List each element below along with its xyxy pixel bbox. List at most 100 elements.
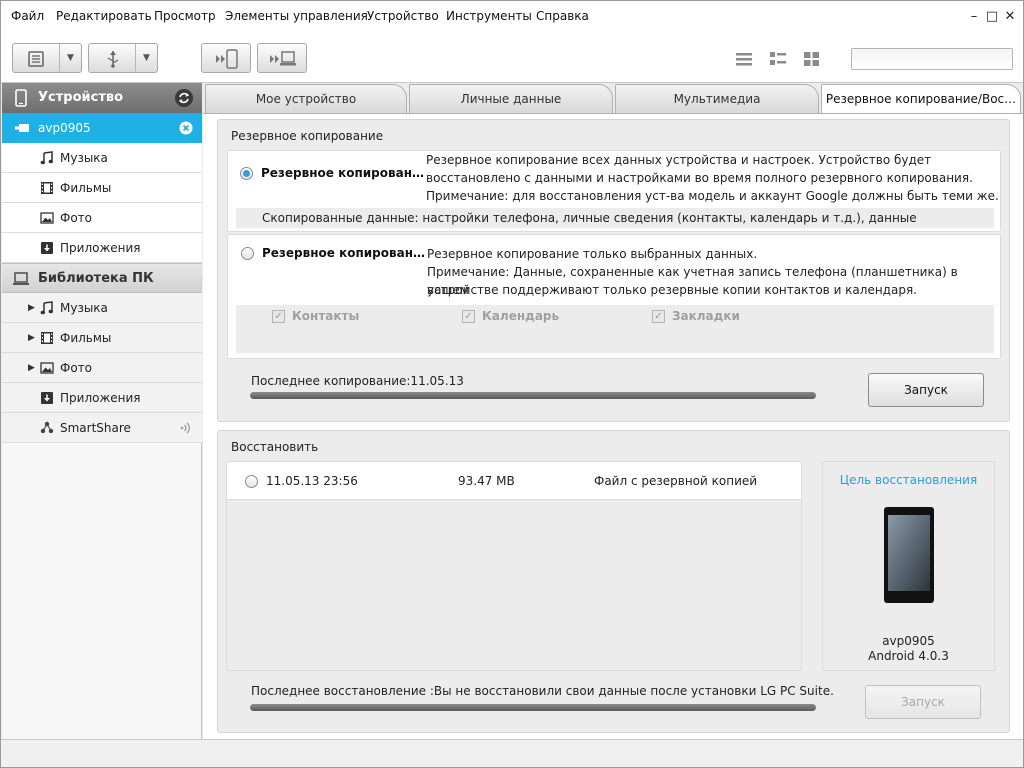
bookmarks-checkbox-label: Закладки — [672, 309, 740, 323]
sidebar-header-pc-library[interactable]: Библиотека ПК — [2, 263, 202, 293]
restore-target-card: Цель восстановления avp0905 Android 4.0.… — [822, 461, 995, 671]
backup-panel: Резервное копирование Резервное копирова… — [217, 119, 1010, 422]
tab-backup-restore[interactable]: Резервное копирование/Вос… — [821, 84, 1021, 115]
music-icon — [40, 301, 53, 315]
phone-icon — [15, 89, 27, 107]
phone-device-icon — [884, 507, 934, 603]
sidebar-item-smartshare[interactable]: SmartShare — [2, 413, 202, 443]
usb-connection-icon — [15, 124, 29, 132]
full-backup-note: Примечание: для восстановления уст-ва мо… — [426, 189, 999, 203]
photo-icon — [40, 362, 54, 374]
restore-target-os: Android 4.0.3 — [868, 649, 949, 663]
sync-to-device-button[interactable] — [201, 43, 251, 73]
sidebar-item-device[interactable]: avp0905 — [2, 113, 202, 143]
restore-panel: Восстановить 11.05.13 23:56 93.47 MB Фай… — [217, 430, 1010, 733]
restore-target-title: Цель восстановления — [839, 473, 978, 487]
tab-multimedia[interactable]: Мультимедиа — [615, 84, 819, 114]
calendar-checkbox-label: Календарь — [482, 309, 560, 323]
film-icon — [41, 182, 53, 194]
expand-arrow-icon[interactable]: ▶ — [28, 293, 35, 323]
sidebar-item-label: Фото — [60, 211, 93, 225]
tab-personal-data[interactable]: Личные данные — [409, 84, 613, 114]
phone-sync-icon — [216, 49, 238, 69]
selective-options-strip: ✓ Контакты ✓ Календарь ✓ Закладки — [236, 305, 994, 353]
menu-file[interactable]: Файл — [11, 9, 44, 23]
menu-controls[interactable]: Элементы управления — [225, 9, 368, 23]
full-backup-label[interactable]: Резервное копирован… — [261, 166, 424, 180]
sidebar-item-music[interactable]: Музыка — [2, 143, 202, 173]
sidebar-item-photo[interactable]: Фото — [2, 203, 202, 233]
sidebar-item-movies[interactable]: Фильмы — [2, 173, 202, 203]
restore-target-device-name: avp0905 — [882, 634, 935, 648]
expand-arrow-icon[interactable]: ▶ — [28, 353, 35, 383]
menu-help[interactable]: Справка — [536, 9, 589, 23]
sidebar-item-label: SmartShare — [60, 421, 131, 435]
full-backup-radio[interactable] — [240, 167, 253, 180]
sidebar-item-label: Фото — [60, 361, 93, 375]
sidebar-item-pc-apps[interactable]: Приложения — [2, 383, 202, 413]
minimize-button[interactable]: – — [966, 9, 982, 25]
sidebar-item-pc-music[interactable]: ▶ Музыка — [2, 293, 202, 323]
sync-to-pc-button[interactable] — [257, 43, 307, 73]
selective-backup-card: Резервное копирован… Резервное копирован… — [227, 234, 1001, 359]
laptop-sync-icon — [270, 51, 296, 66]
menu-tools[interactable]: Инструменты — [446, 9, 532, 23]
restore-title: Восстановить — [231, 440, 319, 454]
sidebar-item-pc-movies[interactable]: ▶ Фильмы — [2, 323, 202, 353]
photo-icon — [40, 212, 54, 224]
backup-start-button[interactable]: Запуск — [868, 373, 984, 407]
selective-backup-radio[interactable] — [241, 247, 254, 260]
search-input[interactable] — [851, 48, 1013, 70]
sidebar-item-label: Фильмы — [60, 331, 112, 345]
laptop-icon — [13, 272, 29, 285]
close-button[interactable]: ✕ — [1002, 9, 1018, 25]
calendar-checkbox[interactable]: ✓ — [462, 310, 475, 323]
restore-start-button[interactable]: Запуск — [865, 685, 981, 719]
restore-file-row[interactable]: 11.05.13 23:56 93.47 MB Файл с резервной… — [227, 462, 801, 500]
grid-view-icon[interactable] — [803, 51, 821, 67]
tab-my-device[interactable]: Мое устройство — [205, 84, 407, 114]
disconnect-icon[interactable] — [179, 121, 193, 135]
restore-file-radio[interactable] — [245, 475, 258, 488]
restore-file-size: 93.47 MB — [458, 474, 515, 488]
restore-progress-bar — [250, 704, 816, 711]
list-view-icon[interactable] — [735, 51, 753, 67]
music-icon — [40, 151, 53, 165]
backup-title: Резервное копирование — [231, 129, 384, 143]
usb-icon — [107, 51, 119, 68]
restore-file-date: 11.05.13 23:56 — [266, 474, 358, 488]
menu-edit[interactable]: Редактировать — [56, 9, 152, 23]
refresh-icon[interactable] — [174, 88, 194, 108]
device-name-label: avp0905 — [38, 121, 91, 135]
full-backup-copied-data: Скопированные данные: настройки телефона… — [236, 208, 994, 245]
app-download-icon — [41, 242, 53, 254]
contacts-checkbox-label: Контакты — [292, 309, 360, 323]
selective-backup-desc-1: Резервное копирование только выбранных д… — [427, 247, 758, 261]
device-menu-button[interactable]: ▼ — [12, 43, 82, 73]
chevron-down-icon[interactable]: ▼ — [135, 44, 157, 72]
bookmarks-checkbox[interactable]: ✓ — [652, 310, 665, 323]
sidebar-item-label: Музыка — [60, 301, 108, 315]
sidebar-header-label: Библиотека ПК — [38, 271, 154, 286]
expand-arrow-icon[interactable]: ▶ — [28, 323, 35, 353]
restore-file-list: 11.05.13 23:56 93.47 MB Файл с резервной… — [226, 461, 802, 671]
maximize-button[interactable]: □ — [984, 9, 1000, 25]
menu-device[interactable]: Устройство — [367, 9, 439, 23]
sidebar-item-apps[interactable]: Приложения — [2, 233, 202, 263]
sidebar-item-label: Приложения — [60, 241, 141, 255]
detail-view-icon[interactable] — [769, 51, 787, 67]
usb-menu-button[interactable]: ▼ — [88, 43, 158, 73]
last-restore-label: Последнее восстановление :Вы не восстано… — [251, 684, 834, 698]
selective-backup-label[interactable]: Резервное копирован… — [262, 246, 425, 260]
main-content: Резервное копирование Резервное копирова… — [203, 113, 1023, 739]
app-window: Файл Редактировать Просмотр Элементы упр… — [0, 0, 1024, 768]
wireless-signal-icon — [180, 422, 190, 434]
chevron-down-icon[interactable]: ▼ — [59, 44, 81, 72]
sidebar-item-pc-photo[interactable]: ▶ Фото — [2, 353, 202, 383]
tab-bar: Мое устройство Личные данные Мультимедиа… — [203, 83, 1023, 115]
list-device-icon — [28, 51, 44, 67]
menu-view[interactable]: Просмотр — [154, 9, 216, 23]
sidebar-header-device[interactable]: Устройство — [2, 83, 202, 113]
contacts-checkbox[interactable]: ✓ — [272, 310, 285, 323]
toolbar: ▼ ▼ — [1, 33, 1023, 83]
